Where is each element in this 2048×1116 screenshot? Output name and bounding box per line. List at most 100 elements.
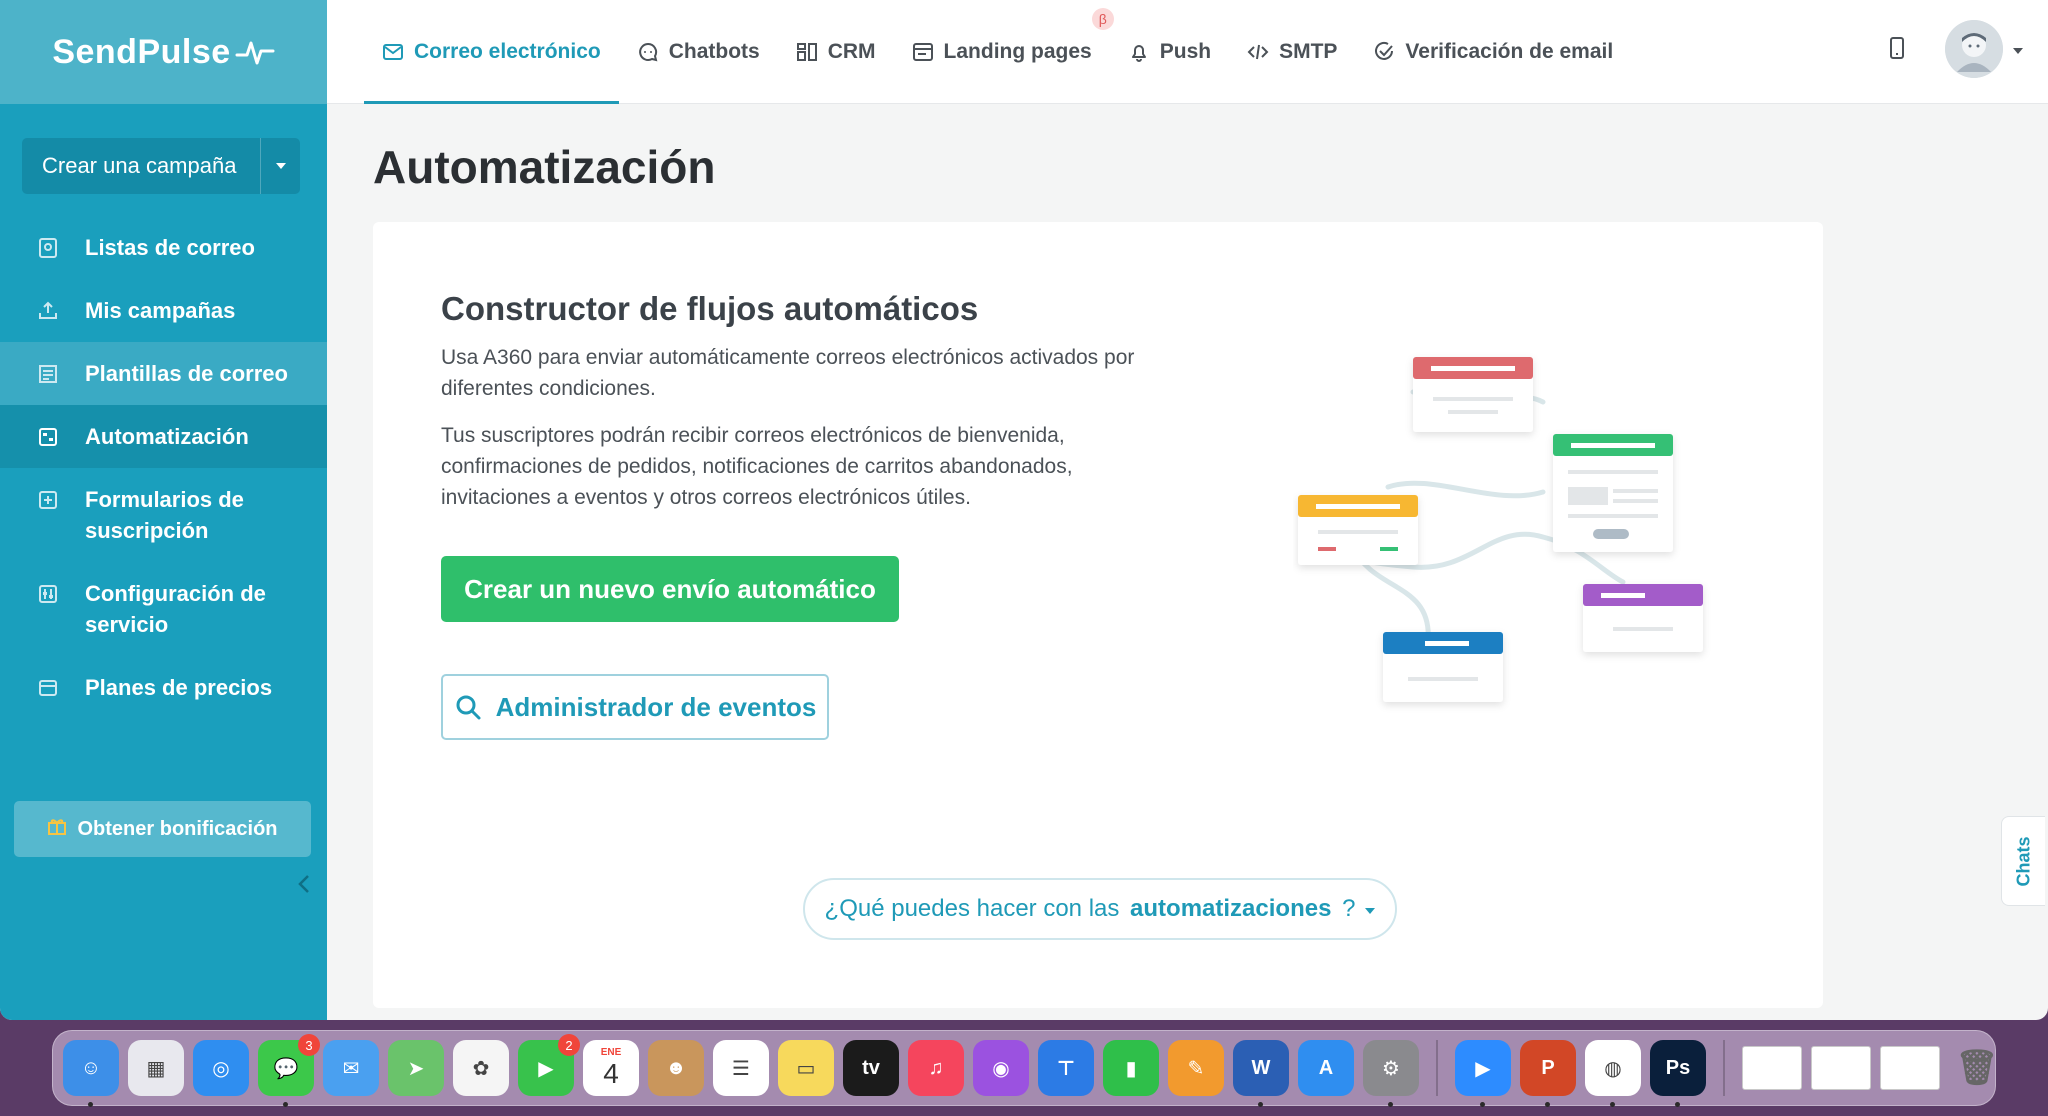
dock-app-finder[interactable]: ☺ bbox=[63, 1040, 119, 1107]
gift-icon bbox=[47, 816, 67, 842]
dock-app-contacts[interactable]: ☻ bbox=[648, 1040, 704, 1096]
tab-label: Landing pages bbox=[943, 40, 1092, 63]
crm-board-icon bbox=[796, 43, 817, 61]
tab-email-verification[interactable]: Verificación de email bbox=[1355, 0, 1631, 104]
pulse-icon bbox=[235, 41, 275, 65]
running-indicator bbox=[1258, 1102, 1263, 1107]
running-indicator bbox=[88, 1102, 93, 1107]
create-campaign-button[interactable]: Crear una campaña bbox=[22, 138, 300, 194]
dock-app-photoshop[interactable]: Ps bbox=[1650, 1040, 1706, 1107]
dock-app-app-store[interactable]: A bbox=[1298, 1040, 1354, 1096]
dock-app-safari[interactable]: ◎ bbox=[193, 1040, 249, 1096]
collapse-sidebar-button[interactable] bbox=[294, 872, 314, 896]
photos-icon: ✿ bbox=[472, 1057, 490, 1080]
sidebar-item-mailing-lists[interactable]: Listas de correo bbox=[0, 216, 327, 279]
sidebar-item-pricing-plans[interactable]: Planes de precios bbox=[0, 656, 327, 719]
app-window: SendPulse Crear una campaña Listas de co… bbox=[0, 0, 2048, 1020]
sidebar-item-label: Listas de correo bbox=[85, 235, 255, 260]
tab-landing-pages[interactable]: Landing pages β bbox=[894, 0, 1114, 104]
create-automation-button[interactable]: Crear un nuevo envío automático bbox=[441, 556, 899, 622]
sidebar-item-my-campaigns[interactable]: Mis campañas bbox=[0, 279, 327, 342]
dock-app-system-preferences[interactable]: ⚙ bbox=[1363, 1040, 1419, 1107]
powerpoint-icon: P bbox=[1541, 1056, 1555, 1079]
logo-area[interactable]: SendPulse bbox=[0, 0, 327, 104]
minimized-window-thumbnail[interactable] bbox=[1880, 1046, 1940, 1090]
minimized-window-thumbnail[interactable] bbox=[1811, 1046, 1871, 1090]
reminders-icon: ☰ bbox=[732, 1057, 750, 1080]
notification-badge: 3 bbox=[298, 1034, 320, 1056]
music-icon: ♫ bbox=[928, 1056, 944, 1079]
running-indicator bbox=[1675, 1102, 1680, 1107]
code-icon bbox=[1247, 44, 1269, 60]
trash-icon[interactable]: 🗑 bbox=[1949, 1040, 2005, 1096]
tab-email[interactable]: Correo electrónico bbox=[364, 0, 619, 104]
launchpad-icon: ▦ bbox=[146, 1057, 166, 1080]
chevron-down-icon[interactable] bbox=[2013, 48, 2023, 54]
dock-app-podcasts[interactable]: ◉ bbox=[973, 1040, 1029, 1096]
dock-app-keynote[interactable]: ⊤ bbox=[1038, 1040, 1094, 1096]
apple-tv-icon: tv bbox=[862, 1056, 880, 1079]
landing-page-icon bbox=[912, 43, 933, 61]
automation-icon bbox=[36, 425, 60, 449]
tab-label: SMTP bbox=[1279, 40, 1338, 63]
dock-app-facetime[interactable]: ▶ 2 bbox=[518, 1034, 580, 1096]
create-campaign-dropdown[interactable] bbox=[260, 138, 300, 194]
create-campaign-label: Crear una campaña bbox=[42, 153, 237, 178]
template-icon bbox=[36, 362, 60, 386]
dock-app-numbers[interactable]: ▮ bbox=[1103, 1040, 1159, 1096]
dock-app-apple-tv[interactable]: tv bbox=[843, 1040, 899, 1096]
chrome-icon: ◍ bbox=[1604, 1057, 1622, 1080]
dock-app-mail[interactable]: ✉ bbox=[323, 1040, 379, 1096]
running-indicator bbox=[1545, 1102, 1550, 1107]
podcasts-icon: ◉ bbox=[992, 1057, 1010, 1080]
event-manager-button[interactable]: Administrador de eventos bbox=[441, 674, 829, 740]
mobile-phone-icon[interactable] bbox=[1887, 36, 1907, 62]
card-heading: Constructor de flujos automáticos bbox=[441, 290, 979, 327]
notification-badge: 2 bbox=[558, 1034, 580, 1056]
automation-faq-toggle[interactable]: ¿Qué puedes hacer con las automatizacion… bbox=[803, 878, 1397, 940]
notes-icon: ▭ bbox=[796, 1057, 816, 1080]
chats-side-tab[interactable]: Chats bbox=[2001, 816, 2045, 906]
tab-smtp[interactable]: SMTP bbox=[1229, 0, 1355, 104]
chats-label: Chats bbox=[2013, 835, 2034, 887]
sidebar-item-automation[interactable]: Automatización bbox=[0, 405, 327, 468]
tab-crm[interactable]: CRM bbox=[778, 0, 894, 104]
chevron-left-icon bbox=[298, 875, 309, 893]
dock-app-zoom[interactable]: ▶ bbox=[1455, 1040, 1511, 1107]
dock-app-reminders[interactable]: ☰ bbox=[713, 1040, 769, 1096]
maps-icon: ➤ bbox=[407, 1057, 425, 1080]
sendpulse-logo: SendPulse bbox=[52, 33, 275, 72]
dock-app-powerpoint[interactable]: P bbox=[1520, 1040, 1576, 1107]
tab-label: CRM bbox=[827, 40, 876, 63]
tab-chatbots[interactable]: Chatbots bbox=[619, 0, 778, 104]
dock-app-calendar[interactable]: ENE 4 bbox=[583, 1040, 639, 1096]
sidebar-item-label: Planes de precios bbox=[85, 675, 273, 700]
dock-app-notes[interactable]: ▭ bbox=[778, 1040, 834, 1096]
dock-separator bbox=[1436, 1040, 1438, 1096]
dock-app-messages[interactable]: 💬 3 bbox=[258, 1034, 320, 1107]
settings-sliders-icon bbox=[36, 582, 60, 606]
sidebar-item-service-settings[interactable]: Configuración de servicio bbox=[0, 562, 327, 656]
dock-app-word[interactable]: W bbox=[1233, 1040, 1289, 1107]
tab-push[interactable]: Push bbox=[1110, 0, 1229, 104]
dock-app-maps[interactable]: ➤ bbox=[388, 1040, 444, 1096]
user-avatar[interactable] bbox=[1945, 20, 2003, 78]
sidebar-item-subscription-forms[interactable]: Formularios de suscripción bbox=[0, 468, 327, 562]
dock-app-photos[interactable]: ✿ bbox=[453, 1040, 509, 1096]
minimized-window-thumbnail[interactable] bbox=[1742, 1046, 1802, 1090]
facetime-icon: ▶ bbox=[538, 1057, 554, 1080]
get-bonus-button[interactable]: Obtener bonificación bbox=[14, 801, 311, 857]
sidebar-item-label: Configuración de servicio bbox=[85, 581, 266, 637]
card-description: Usa A360 para enviar automáticamente cor… bbox=[441, 346, 1135, 400]
contact-book-icon bbox=[36, 236, 60, 260]
faq-prefix: ¿Qué puedes hacer con las bbox=[824, 895, 1127, 922]
sidebar-item-email-templates[interactable]: Plantillas de correo bbox=[0, 342, 327, 405]
dock-app-pages[interactable]: ✎ bbox=[1168, 1040, 1224, 1096]
dock-app-music[interactable]: ♫ bbox=[908, 1040, 964, 1096]
email-icon bbox=[383, 44, 403, 60]
get-bonus-label: Obtener bonificación bbox=[77, 817, 278, 840]
search-icon bbox=[456, 695, 481, 720]
dock-app-launchpad[interactable]: ▦ bbox=[128, 1040, 184, 1096]
dock-app-chrome[interactable]: ◍ bbox=[1585, 1040, 1641, 1107]
word-icon: W bbox=[1251, 1056, 1271, 1079]
